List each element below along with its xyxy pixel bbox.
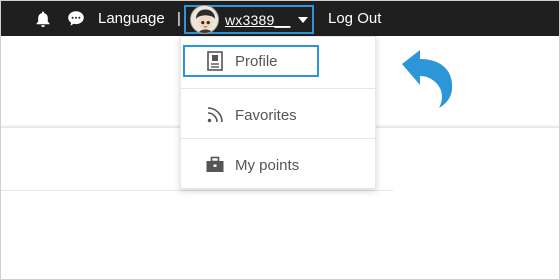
- logout-link[interactable]: Log Out: [328, 1, 381, 36]
- menu-item-my-points[interactable]: My points: [181, 149, 377, 181]
- nav-separator: |: [177, 10, 181, 27]
- divider-line-short: [1, 190, 393, 191]
- menu-separator: [181, 138, 377, 139]
- user-menu-button[interactable]: wx3389__: [184, 5, 314, 34]
- menu-item-profile[interactable]: Profile: [183, 45, 319, 77]
- chat-icon[interactable]: [66, 1, 86, 36]
- menu-item-label: Favorites: [235, 106, 297, 124]
- language-link[interactable]: Language: [98, 1, 165, 36]
- bell-icon[interactable]: [34, 1, 52, 36]
- menu-item-label: Profile: [235, 52, 278, 70]
- curved-arrow-icon: [402, 50, 453, 108]
- chevron-down-icon: [298, 16, 309, 23]
- profile-card-icon: [205, 51, 225, 71]
- username-label: wx3389__: [225, 11, 291, 28]
- user-dropdown-menu: Profile Favorites My points: [180, 36, 377, 189]
- top-navigation-bar: Language | wx3389__ Log Out: [1, 1, 559, 36]
- rss-icon: [205, 105, 225, 125]
- menu-separator: [181, 88, 377, 89]
- menu-item-favorites[interactable]: Favorites: [181, 99, 377, 131]
- briefcase-icon: [205, 155, 225, 175]
- menu-item-label: My points: [235, 156, 300, 174]
- avatar: [190, 5, 219, 34]
